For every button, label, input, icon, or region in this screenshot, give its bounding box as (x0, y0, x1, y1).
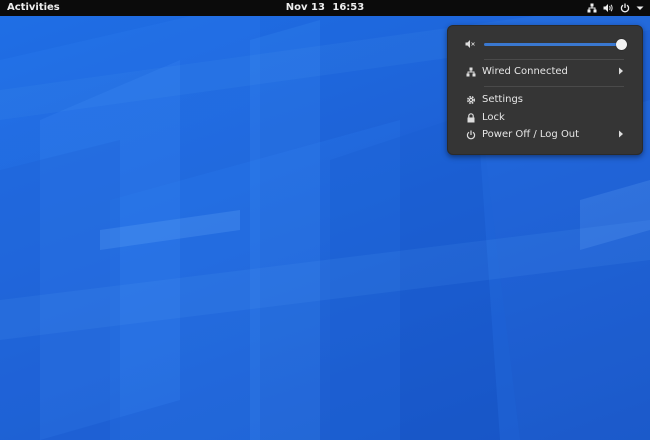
submenu-arrow-icon (618, 130, 624, 141)
power-icon (466, 130, 476, 140)
volume-slider-handle[interactable] (616, 39, 627, 50)
power-off-item[interactable]: Power Off / Log Out (448, 127, 642, 143)
power-off-label: Power Off / Log Out (482, 129, 579, 141)
volume-muted-icon (465, 39, 476, 52)
lock-item[interactable]: Lock (448, 110, 642, 126)
lock-icon (466, 113, 476, 123)
dropdown-arrow-icon[interactable] (636, 5, 644, 11)
volume-row (448, 36, 642, 52)
clock[interactable]: Nov 13 16:53 (0, 2, 650, 14)
menu-separator (484, 86, 624, 87)
top-bar: Activities Nov 13 16:53 (0, 0, 650, 16)
settings-label: Settings (482, 94, 523, 106)
system-tray[interactable] (587, 0, 644, 16)
network-wired-icon (466, 67, 476, 77)
menu-separator (484, 59, 624, 60)
wired-connection-label: Wired Connected (482, 66, 568, 78)
settings-item[interactable]: Settings (448, 92, 642, 108)
wired-connection-item[interactable]: Wired Connected (448, 64, 642, 80)
system-menu: Wired Connected Settings Lock Power Off … (447, 25, 643, 155)
volume-icon[interactable] (603, 3, 614, 13)
clock-date: Nov 13 (286, 2, 325, 13)
gear-icon (466, 95, 476, 105)
clock-time: 16:53 (332, 2, 364, 13)
submenu-arrow-icon (618, 67, 624, 78)
volume-slider[interactable] (484, 43, 622, 46)
power-icon[interactable] (620, 3, 630, 13)
network-wired-icon[interactable] (587, 3, 597, 13)
lock-label: Lock (482, 112, 505, 124)
